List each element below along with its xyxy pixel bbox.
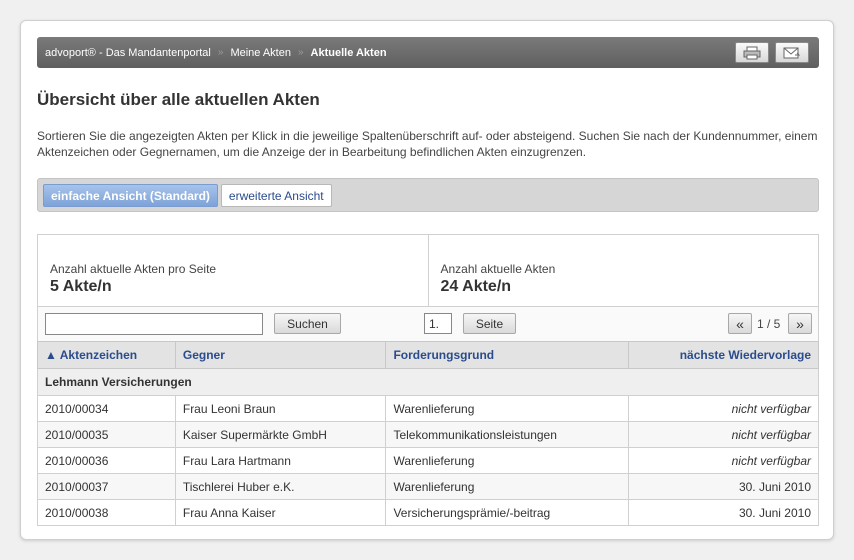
column-header-aktenzeichen[interactable]: ▲ Aktenzeichen [37, 341, 176, 369]
view-switcher: einfache Ansicht (Standard) erweiterte A… [37, 178, 819, 212]
cell-forderungsgrund: Warenlieferung [385, 395, 630, 422]
table-row[interactable]: 2010/00035 Kaiser Supermärkte GmbH Telek… [37, 421, 819, 448]
page-intro: Sortieren Sie die angezeigten Akten per … [37, 129, 818, 159]
table-row[interactable]: 2010/00036 Frau Lara Hartmann Warenliefe… [37, 447, 819, 474]
stat-total-label: Anzahl aktuelle Akten [440, 262, 556, 276]
table-row[interactable]: 2010/00034 Frau Leoni Braun Warenlieferu… [37, 395, 819, 422]
stat-per-page-label: Anzahl aktuelle Akten pro Seite [50, 262, 217, 276]
cell-wiedervorlage: 30. Juni 2010 [628, 473, 819, 500]
cell-forderungsgrund: Warenlieferung [385, 473, 630, 500]
email-icon [783, 47, 801, 58]
cell-aktenzeichen: 2010/00037 [37, 473, 176, 500]
cell-gegner: Kaiser Supermärkte GmbH [174, 421, 387, 448]
table-toolbar: Suchen 1. Seite « 1 / 5 » [37, 307, 819, 341]
table-row[interactable]: 2010/00037 Tischlerei Huber e.K. Warenli… [37, 473, 819, 500]
page-go-button[interactable]: Seite [463, 313, 516, 334]
print-button[interactable] [735, 42, 769, 63]
stat-per-page: Anzahl aktuelle Akten pro Seite 5 Akte/n [38, 235, 428, 306]
column-header-forderungsgrund[interactable]: Forderungsgrund [385, 341, 630, 369]
search-button[interactable]: Suchen [274, 313, 341, 334]
breadcrumb-item-meine-akten[interactable]: Meine Akten [230, 47, 291, 59]
cell-gegner: Frau Anna Kaiser [174, 499, 387, 526]
cell-wiedervorlage: nicht verfügbar [628, 447, 819, 474]
cell-gegner: Frau Lara Hartmann [174, 447, 387, 474]
cell-wiedervorlage: nicht verfügbar [628, 395, 819, 422]
table-group-row: Lehmann Versicherungen [37, 368, 819, 396]
table-row[interactable]: 2010/00038 Frau Anna Kaiser Versicherung… [37, 499, 819, 526]
table-header-row: ▲ Aktenzeichen Gegner Forderungsgrund nä… [37, 341, 819, 369]
cell-aktenzeichen: 2010/00034 [37, 395, 176, 422]
email-button[interactable] [775, 42, 809, 63]
page-info: 1 / 5 [757, 317, 781, 331]
page-number-input[interactable]: 1. [424, 313, 452, 334]
cell-aktenzeichen: 2010/00038 [37, 499, 176, 526]
cell-gegner: Frau Leoni Braun [174, 395, 387, 422]
breadcrumb-tools [735, 42, 809, 63]
view-simple-button[interactable]: einfache Ansicht (Standard) [43, 184, 218, 207]
cell-wiedervorlage: nicht verfügbar [628, 421, 819, 448]
cell-forderungsgrund: Telekommunikationsleistungen [385, 421, 630, 448]
breadcrumb-separator: » [217, 47, 224, 58]
page-title: Übersicht über alle aktuellen Akten [37, 90, 320, 109]
breadcrumb-item-portal[interactable]: advoport® - Das Mandantenportal [45, 47, 211, 59]
breadcrumb-current: Aktuelle Akten [310, 46, 387, 59]
column-header-wiedervorlage[interactable]: nächste Wiedervorlage [628, 341, 819, 369]
search-input[interactable] [45, 313, 263, 335]
cell-aktenzeichen: 2010/00036 [37, 447, 176, 474]
akten-table: ▲ Aktenzeichen Gegner Forderungsgrund nä… [37, 341, 819, 526]
next-page-button[interactable]: » [788, 313, 812, 334]
view-extended-button[interactable]: erweiterte Ansicht [220, 184, 332, 207]
cell-wiedervorlage: 30. Juni 2010 [628, 499, 819, 526]
main-panel: advoport® - Das Mandantenportal » Meine … [20, 20, 834, 540]
stat-total-value: 24 Akte/n [440, 278, 512, 295]
breadcrumb-separator: » [297, 47, 304, 58]
stats-box: Anzahl aktuelle Akten pro Seite 5 Akte/n… [37, 234, 819, 307]
stat-per-page-value: 5 Akte/n [50, 278, 112, 295]
group-label: Lehmann Versicherungen [37, 368, 819, 396]
cell-forderungsgrund: Versicherungsprämie/-beitrag [385, 499, 630, 526]
cell-gegner: Tischlerei Huber e.K. [174, 473, 387, 500]
prev-page-button[interactable]: « [728, 313, 752, 334]
breadcrumb: advoport® - Das Mandantenportal » Meine … [37, 37, 819, 68]
cell-aktenzeichen: 2010/00035 [37, 421, 176, 448]
cell-forderungsgrund: Warenlieferung [385, 447, 630, 474]
stat-total: Anzahl aktuelle Akten 24 Akte/n [427, 235, 819, 306]
printer-icon [743, 46, 761, 59]
column-header-gegner[interactable]: Gegner [174, 341, 387, 369]
